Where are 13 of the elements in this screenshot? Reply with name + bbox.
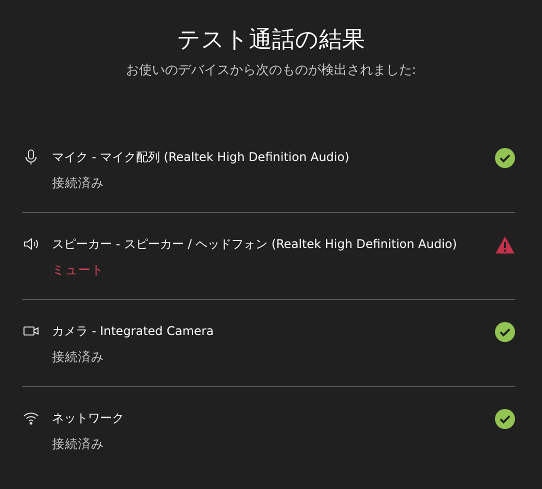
device-status: 接続済み — [52, 435, 105, 453]
device-name: ネットワーク — [52, 410, 125, 427]
dialog-title: テスト通話の結果 — [176, 26, 366, 55]
speaker-icon — [23, 236, 39, 252]
device-name: カメラ - Integrated Camera — [52, 323, 215, 340]
device-name: スピーカー - スピーカー / ヘッドフォン (Realtek High Definition Audio) — [52, 236, 458, 253]
subtitle: お使いのデバイスから次のものが検出されました: — [124, 62, 418, 79]
device-name: マイク - マイク配列 (Realtek High Definition Audio) — [52, 149, 350, 166]
device-status: 接続済み — [52, 174, 105, 192]
microphone-icon — [23, 149, 39, 165]
wifi-icon — [23, 410, 39, 426]
device-status: 接続済み — [52, 348, 105, 366]
device-status: ミュート — [52, 261, 105, 279]
